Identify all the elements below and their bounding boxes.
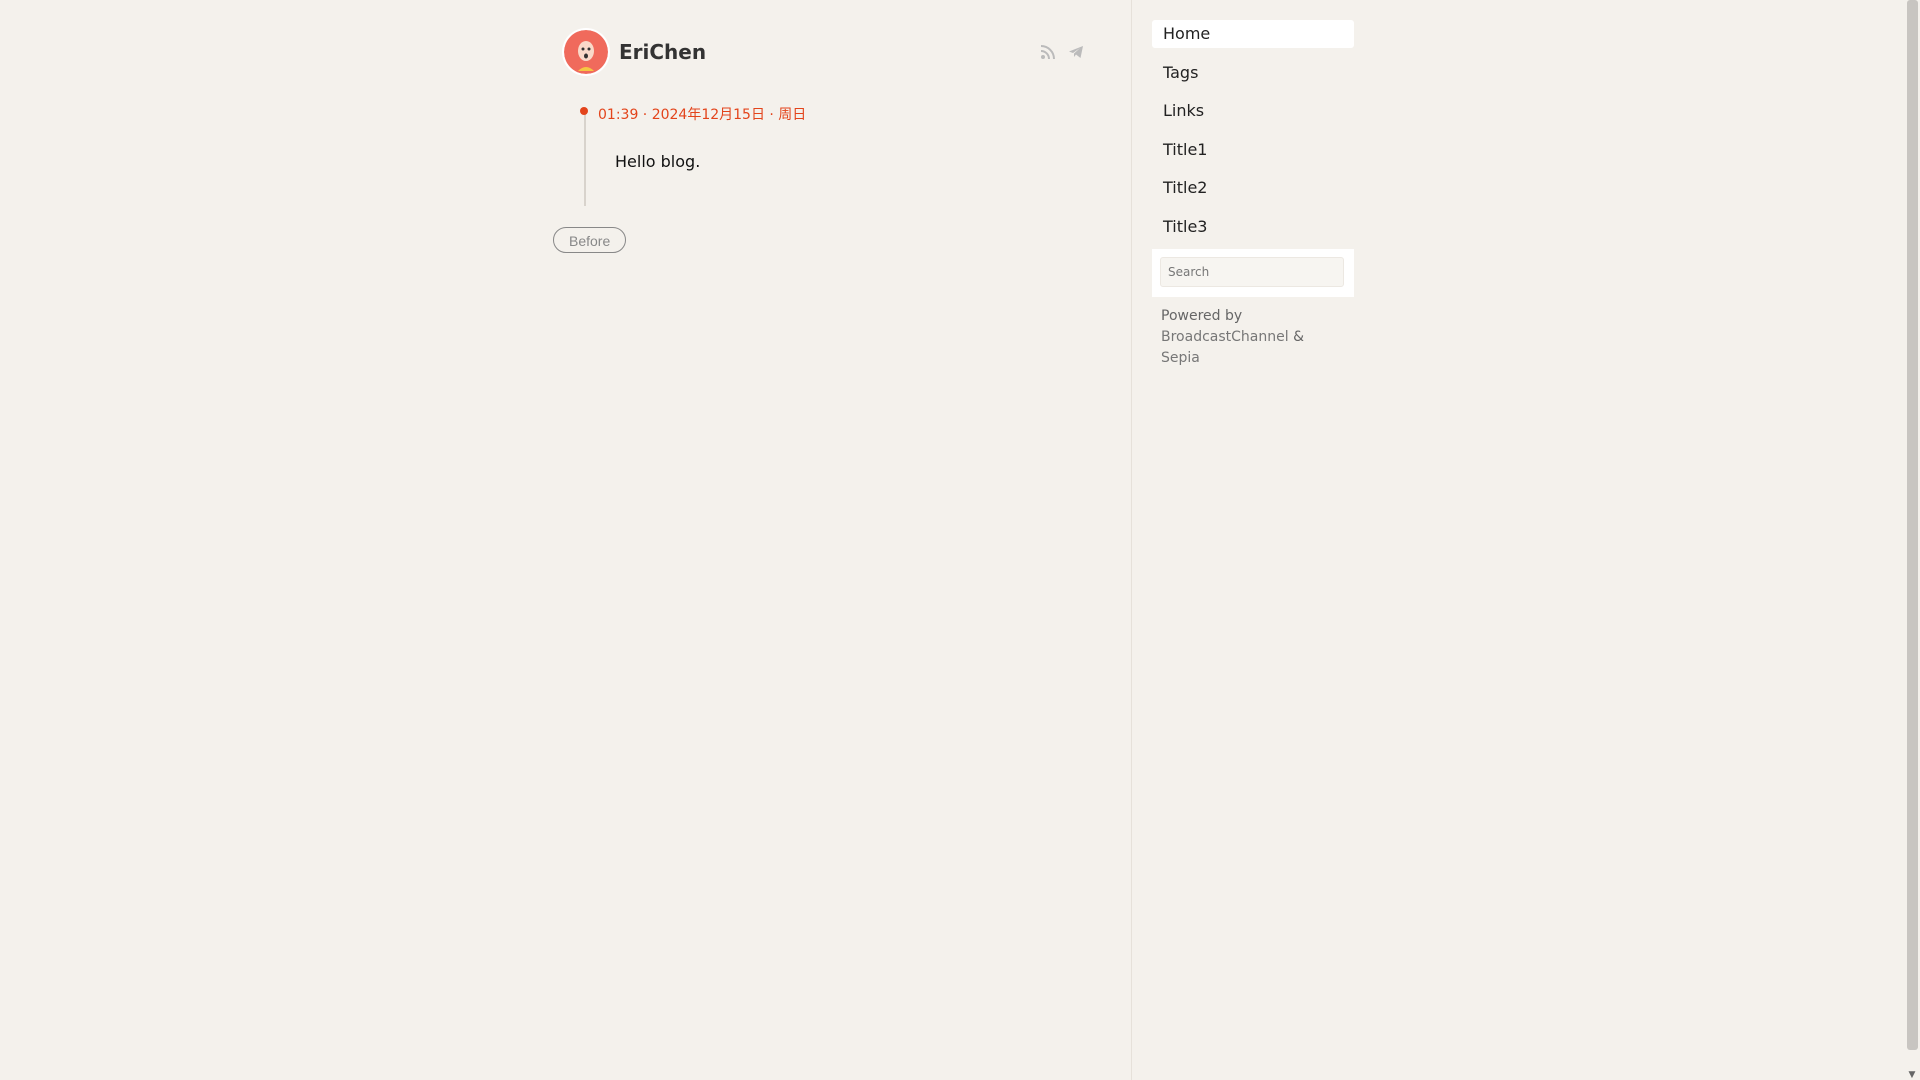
scroll-down-arrow-icon[interactable]: ▼ [1907, 1070, 1917, 1080]
sidebar: Home Tags Links Title1 Title2 Title3 Pow… [1152, 20, 1354, 369]
sepia-link[interactable]: Sepia [1161, 350, 1200, 366]
broadcastchannel-link[interactable]: BroadcastChannel [1161, 329, 1289, 345]
before-button[interactable]: Before [553, 227, 627, 253]
scroll-thumb[interactable] [1907, 0, 1918, 1050]
sidebar-item-links[interactable]: Links [1152, 97, 1354, 125]
powered-amp: & [1293, 329, 1304, 345]
header-icons [1040, 44, 1084, 60]
powered-by: Powered by BroadcastChannel & Sepia [1152, 306, 1331, 369]
main-column: EriChen 01:39 · 2024年12月15日 · 周日 Hello b… [0, 0, 1132, 1080]
timeline-line [584, 114, 586, 206]
timeline-dot [580, 107, 588, 115]
sidebar-item-title3[interactable]: Title3 [1152, 213, 1354, 241]
powered-prefix: Powered by [1161, 308, 1243, 324]
sidebar-item-home[interactable]: Home [1152, 20, 1354, 48]
scrollbar[interactable]: ▼ [1904, 0, 1920, 1080]
post-timestamp[interactable]: 01:39 · 2024年12月15日 · 周日 [598, 104, 806, 124]
sidebar-item-tags[interactable]: Tags [1152, 59, 1354, 87]
sidebar-item-title1[interactable]: Title1 [1152, 136, 1354, 164]
search-box [1152, 249, 1354, 297]
site-header: EriChen [564, 30, 1094, 76]
sidebar-item-title2[interactable]: Title2 [1152, 174, 1354, 202]
site-title[interactable]: EriChen [619, 40, 706, 64]
rss-icon[interactable] [1040, 44, 1056, 60]
telegram-icon[interactable] [1068, 44, 1084, 60]
post-body: Hello blog. [615, 152, 701, 171]
search-input[interactable] [1160, 257, 1344, 287]
avatar[interactable] [564, 30, 608, 74]
